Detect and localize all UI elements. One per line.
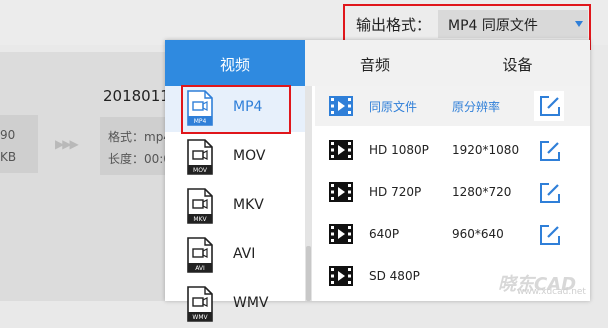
- edit-icon[interactable]: [538, 223, 562, 247]
- film-icon: [329, 266, 353, 286]
- format-badge: WMV: [192, 314, 208, 321]
- film-icon: [329, 182, 353, 202]
- film-icon: [329, 224, 353, 244]
- edit-icon[interactable]: [538, 94, 562, 118]
- quality-row[interactable]: 640P 960*640: [315, 214, 590, 256]
- format-tabs: 视频 音频 设备: [165, 40, 590, 86]
- format-item-avi[interactable]: AVI AVI: [165, 233, 305, 279]
- quality-resolution: 960*640: [452, 227, 504, 241]
- quality-resolution: 1920*1080: [452, 143, 520, 157]
- watermark-url: www.xdcad.net: [517, 287, 586, 297]
- target-duration-label: 长度：00:0: [108, 152, 171, 166]
- quality-name: 同原文件: [369, 100, 418, 114]
- format-name: MKV: [233, 197, 264, 213]
- film-icon: [329, 96, 353, 116]
- quality-name: 640P: [369, 227, 400, 241]
- format-badge: MOV: [193, 167, 208, 174]
- format-item-wmv[interactable]: WMV WMV: [165, 282, 305, 328]
- quality-resolution: 1280*720: [452, 185, 512, 199]
- format-badge: MKV: [193, 216, 207, 223]
- arrow-right-icon: ▶▶▶: [55, 137, 79, 151]
- quality-name: HD 720P: [369, 185, 422, 199]
- scrollbar-thumb[interactable]: [306, 246, 311, 301]
- format-badge: AVI: [195, 265, 205, 272]
- video-file-icon: MKV: [187, 188, 213, 224]
- format-name: MOV: [233, 148, 266, 164]
- quality-row-original[interactable]: 同原文件 原分辨率: [315, 86, 590, 126]
- quality-list: 同原文件 原分辨率 HD 1080P 1920*1080 HD 720P 1280*7…: [315, 86, 590, 301]
- quality-resolution: 原分辨率: [452, 100, 501, 114]
- file-title: 2018011: [103, 87, 170, 105]
- format-item-mov[interactable]: MOV MOV: [165, 135, 305, 181]
- highlight-box-mp4: [181, 85, 291, 134]
- source-size-value: 90: [0, 128, 16, 142]
- tab-device[interactable]: 设备: [445, 40, 590, 86]
- tab-audio[interactable]: 音频: [305, 40, 445, 86]
- source-size-unit: KB: [0, 150, 17, 164]
- quality-row[interactable]: HD 1080P 1920*1080: [315, 130, 590, 172]
- film-icon: [329, 140, 353, 160]
- target-format-label: 格式：mp4: [108, 130, 171, 144]
- edit-icon[interactable]: [538, 139, 562, 163]
- source-info-panel: [0, 115, 38, 173]
- tab-video[interactable]: 视频: [165, 40, 305, 86]
- video-file-icon: MOV: [187, 139, 213, 175]
- format-list-scrollbar[interactable]: [305, 86, 312, 301]
- quality-name: HD 1080P: [369, 143, 429, 157]
- quality-name: SD 480P: [369, 269, 420, 283]
- format-dropdown: 视频 音频 设备 MP4 MP4 MOV MOV MKV MKV AVI AVI WMV WMV …: [165, 40, 590, 322]
- format-name: AVI: [233, 246, 256, 262]
- video-file-icon: AVI: [187, 237, 213, 273]
- video-file-icon: WMV: [187, 286, 213, 322]
- format-name: WMV: [233, 295, 269, 311]
- edit-icon[interactable]: [538, 181, 562, 205]
- format-item-mkv[interactable]: MKV MKV: [165, 184, 305, 230]
- quality-row[interactable]: HD 720P 1280*720: [315, 172, 590, 214]
